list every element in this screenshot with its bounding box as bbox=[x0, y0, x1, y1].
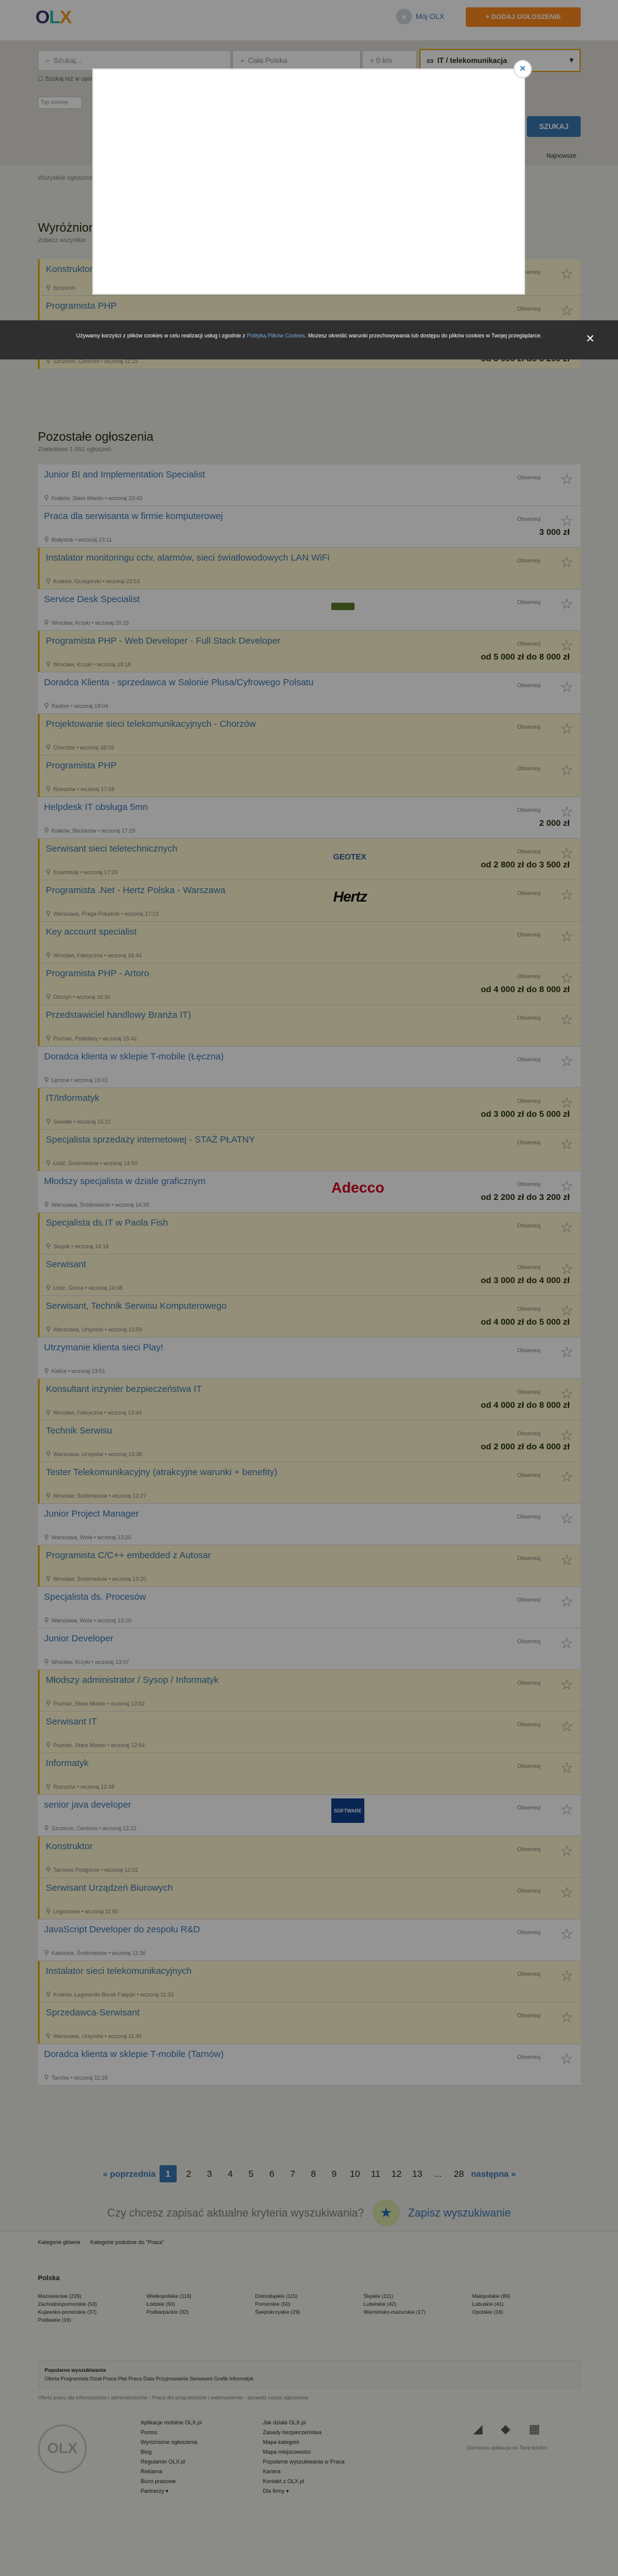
cookie-text-2: . Możesz określić warunki przechowywania… bbox=[304, 333, 542, 339]
close-icon[interactable]: ✕ bbox=[586, 333, 595, 345]
popup-modal bbox=[92, 68, 525, 295]
modal-overlay[interactable] bbox=[0, 0, 618, 2576]
cookie-banner: Używamy korzyści z plików cookies w celu… bbox=[0, 320, 618, 359]
modal-close-button[interactable]: × bbox=[513, 60, 532, 78]
cookie-text: Używamy korzyści z plików cookies w celu… bbox=[76, 333, 246, 339]
cookie-policy-link[interactable]: Polityką Plików Cookies bbox=[247, 333, 305, 339]
